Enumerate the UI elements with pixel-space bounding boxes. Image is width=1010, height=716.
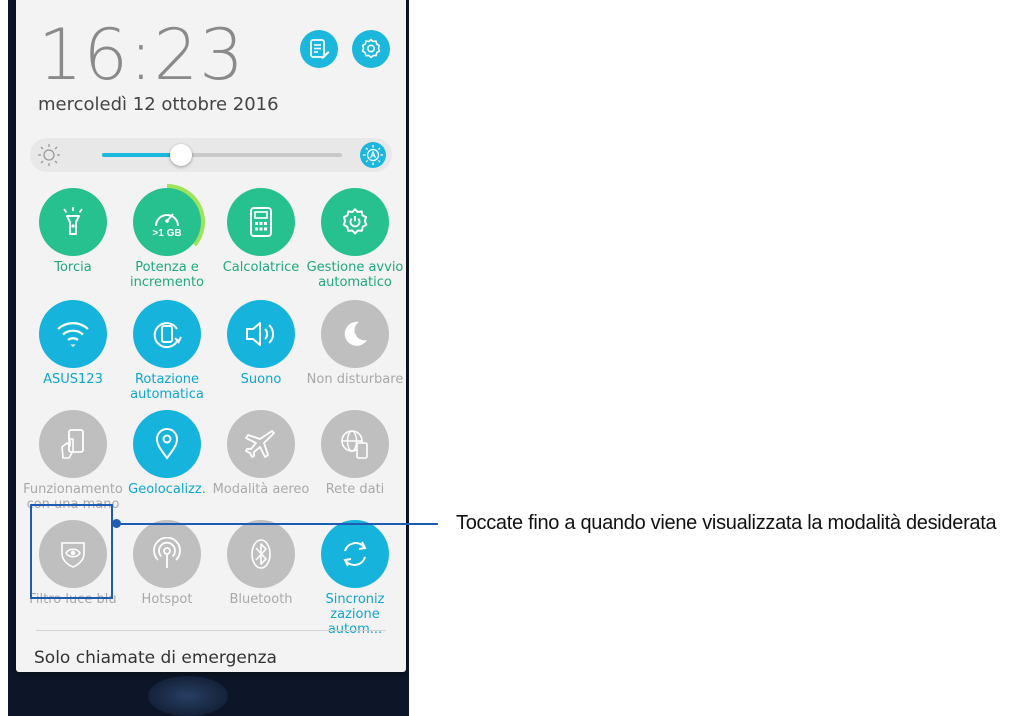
emergency-calls-text: Solo chiamate di emergenza [34, 648, 277, 668]
tile-label: Bluetooth [229, 592, 293, 607]
speaker-icon [246, 322, 275, 346]
gear-icon [361, 38, 381, 59]
tile-circle [133, 520, 201, 588]
background-glow [148, 676, 228, 716]
tile-circle [39, 410, 107, 478]
tile-label: Rotazione automatica [130, 372, 204, 402]
auto-rotate-icon [153, 322, 182, 349]
tile-rotazione[interactable]: Rotazione automatica [120, 300, 214, 420]
sun-icon [38, 144, 60, 166]
tile-circle [321, 188, 389, 256]
hotspot-icon [153, 537, 181, 568]
tile-circle: >1 GB [133, 188, 201, 256]
brightness-slider[interactable] [102, 144, 342, 166]
callout-dot [112, 519, 121, 528]
tile-gestione-avvio[interactable]: Gestione avvio automatico [307, 188, 403, 308]
notes-button[interactable] [300, 30, 338, 68]
brightness-bar [30, 138, 392, 172]
speedometer-icon [155, 212, 179, 226]
auto-brightness-button[interactable] [360, 142, 386, 168]
tile-circle [227, 410, 295, 478]
tile-rete-dati[interactable]: Rete dati [308, 410, 402, 530]
edit-note-icon [310, 39, 330, 59]
tile-non-disturbare[interactable]: Non disturbare [307, 300, 403, 420]
bluetooth-icon [251, 539, 271, 569]
tile-label: Torcia [54, 260, 92, 275]
tile-potenza[interactable]: >1 GB Potenza e incremento [120, 184, 214, 308]
settings-button[interactable] [352, 30, 390, 68]
tile-calcolatrice[interactable]: Calcolatrice [214, 188, 308, 308]
wifi-icon [57, 322, 89, 347]
tile-circle [321, 410, 389, 478]
brightness-manual-button[interactable] [36, 142, 62, 168]
airplane-icon [245, 430, 275, 458]
tile-modalita-aereo[interactable]: Modalità aereo [213, 410, 309, 530]
auto-brightness-icon [363, 145, 383, 165]
globe-phone-icon [341, 430, 368, 459]
phone-screen: 16:23 mercoledì 12 ottobre 2016 Torcia >… [8, 0, 409, 716]
callout-line [116, 523, 438, 525]
highlight-box [30, 504, 113, 599]
tile-circle [321, 520, 389, 588]
callout-text: Toccate fino a quando viene visualizzata… [456, 512, 997, 534]
tile-circle [227, 520, 295, 588]
location-pin-icon [155, 428, 179, 460]
tile-circle [227, 188, 295, 256]
tile-bluetooth[interactable]: Bluetooth [214, 520, 308, 640]
tile-circle [133, 410, 201, 478]
tile-torcia[interactable]: Torcia [26, 188, 120, 308]
sync-icon [343, 541, 367, 567]
tile-label: Geolocalizz. [128, 482, 206, 497]
gear-power-icon [342, 208, 368, 235]
brightness-knob[interactable] [170, 144, 193, 166]
tile-suono[interactable]: Suono [214, 300, 308, 420]
tile-circle [39, 188, 107, 256]
flashlight-icon [63, 207, 83, 235]
one-hand-icon [61, 429, 84, 459]
tile-label: Potenza e incremento [129, 260, 204, 290]
tile-sincronizzazione[interactable]: Sincroniz zazione autom... [308, 520, 402, 640]
tile-label: Modalità aereo [212, 482, 310, 497]
tile-circle [227, 300, 295, 368]
clock: 16:23 [38, 14, 245, 96]
date: mercoledì 12 ottobre 2016 [38, 94, 279, 115]
tile-label: Suono [240, 372, 282, 387]
tile-label: Calcolatrice [222, 260, 300, 275]
divider [36, 630, 386, 631]
tile-label: Hotspot [141, 592, 193, 607]
calculator-icon [250, 207, 272, 237]
tile-circle [133, 300, 201, 368]
tile-label: ASUS123 [43, 372, 103, 387]
tile-label: Non disturbare [306, 372, 404, 387]
tile-geolocalizzazione[interactable]: Geolocalizz. [120, 410, 214, 530]
tile-hotspot[interactable]: Hotspot [120, 520, 214, 640]
tile-circle [39, 300, 107, 368]
tile-label: Gestione avvio automatico [306, 260, 404, 290]
tile-circle [321, 300, 389, 368]
moon-icon [344, 321, 367, 346]
tile-label: Rete dati [325, 482, 385, 497]
tile-wifi[interactable]: ASUS123 [26, 300, 120, 420]
boost-badge: >1 GB [152, 227, 182, 239]
